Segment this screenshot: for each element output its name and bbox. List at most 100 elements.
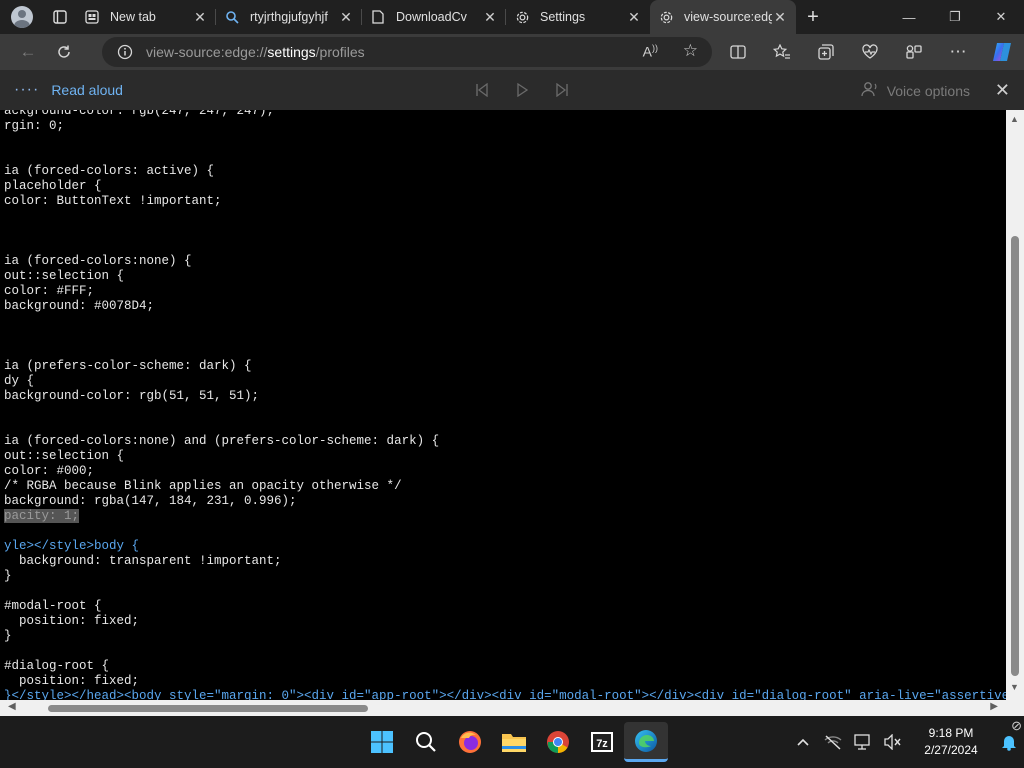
newtab-icon [84,9,100,25]
tab-strip: New tab ✕ rtyjrthgjufgyhjf ✕ DownloadCv … [0,0,1024,34]
window-controls: — ❐ ✕ [886,0,1024,34]
source-line [4,524,1006,539]
tab-title: Settings [540,10,586,24]
search-icon[interactable] [404,722,448,762]
notification-bell-icon[interactable] [994,733,1024,751]
read-aloud-icon[interactable]: A)) [643,43,658,60]
collections-icon[interactable] [804,34,848,70]
source-line: } [4,569,12,583]
source-line: background: rgba(147, 184, 231, 0.996); [4,494,297,508]
source-line: ia (forced-colors:none) and (prefers-col… [4,434,440,448]
chrome-icon[interactable] [536,722,580,762]
browser-essentials-icon[interactable] [848,34,892,70]
voice-options-button[interactable]: Voice options [861,81,970,100]
favorites-icon[interactable] [760,34,804,70]
source-line: out::selection { [4,269,125,283]
favorite-star-icon[interactable]: ☆ [683,41,698,61]
horizontal-scrollbar[interactable]: ◀ ▶ [0,700,1006,716]
close-icon[interactable]: ✕ [626,9,642,25]
avatar-icon [11,6,33,28]
close-read-aloud-icon[interactable]: ✕ [995,80,1010,101]
source-line: color: ButtonText !important; [4,194,222,208]
source-line: ia (forced-colors: active) { [4,164,215,178]
more-options-icon[interactable]: ⋯ [936,34,980,70]
horizontal-scroll-thumb[interactable] [48,705,368,712]
info-icon[interactable] [110,44,140,60]
close-icon[interactable]: ✕ [192,9,208,25]
source-line: /* RGBA because Blink applies an opacity… [4,479,402,493]
scroll-down-icon[interactable]: ▼ [1010,682,1019,692]
scroll-right-icon[interactable]: ▶ [990,701,998,712]
file-explorer-icon[interactable] [492,722,536,762]
source-line: color: #000; [4,464,95,478]
edge-icon[interactable] [624,722,668,762]
close-icon[interactable]: ✕ [772,9,788,25]
source-line: #dialog-root { [4,659,110,673]
tab-actions-button[interactable] [44,0,76,34]
profile-button[interactable] [0,0,44,34]
tab-view-source[interactable]: view-source:edge ✕ [650,0,796,34]
source-line: rgin: 0; [4,119,65,133]
firefox-icon[interactable] [448,722,492,762]
source-line: position: fixed; [4,674,140,688]
tab-settings[interactable]: Settings ✕ [506,0,650,34]
extensions-icon[interactable] [892,34,936,70]
tab-downloadcv[interactable]: DownloadCv ✕ [362,0,506,34]
vertical-scroll-thumb[interactable] [1011,236,1019,676]
read-aloud-dots-icon: ···· [14,81,40,98]
back-button[interactable]: ← [10,34,46,70]
chevron-up-icon[interactable] [788,737,818,747]
split-screen-icon[interactable] [716,34,760,70]
source-line: }</style></head><body style="margin: 0">… [4,689,1006,700]
previous-icon[interactable] [462,78,502,102]
restore-button[interactable]: ❐ [932,0,978,34]
source-view[interactable]: ackground-color: rgb(247, 247, 247); rgin… [0,110,1006,700]
source-line: yle></style>body { [4,539,140,553]
do-not-disturb-icon[interactable]: ⊘ [1011,718,1022,734]
source-line [4,344,1006,359]
7zip-icon[interactable]: 7z [580,722,624,762]
source-line: ackground-color: rgb(247, 247, 247); [4,110,275,118]
tab-search[interactable]: rtyjrthgjufgyhjf ✕ [216,0,362,34]
tab-new-tab[interactable]: New tab ✕ [76,0,216,34]
network-icon[interactable] [848,734,878,750]
refresh-button[interactable] [46,34,82,70]
no-wifi-icon[interactable] [818,734,848,750]
close-icon[interactable]: ✕ [338,9,354,25]
time-text: 9:18 PM [928,726,974,740]
volume-muted-icon[interactable] [878,734,908,750]
source-line: dy { [4,374,35,388]
new-tab-button[interactable]: + [796,0,830,34]
clock[interactable]: 9:18 PM 2/27/2024 [912,725,990,759]
close-window-button[interactable]: ✕ [978,0,1024,34]
svg-text:7z: 7z [596,738,608,750]
next-icon[interactable] [542,78,582,102]
date-text: 2/27/2024 [924,743,978,757]
tab-title: New tab [110,10,156,24]
source-line [4,329,1006,344]
scrollbar-corner [1006,700,1024,716]
source-line: ia (prefers-color-scheme: dark) { [4,359,252,373]
windows-start-icon[interactable] [360,722,404,762]
vertical-scrollbar[interactable]: ▲ ▼ [1006,110,1024,700]
close-icon[interactable]: ✕ [482,9,498,25]
source-line [4,224,1006,239]
taskbar: 7z 9:18 PM 2/27/2024 ⊘ [0,716,1024,768]
source-line [4,134,1006,149]
tab-title: view-source:edge [684,10,772,24]
gear-icon [658,9,674,25]
source-line [4,404,1006,419]
minimize-button[interactable]: — [886,0,932,34]
source-line [4,584,1006,599]
source-line-selected: pacity: 1; [4,509,80,523]
copilot-icon[interactable] [980,34,1024,70]
read-aloud-label: Read aloud [51,82,123,98]
scroll-left-icon[interactable]: ◀ [8,701,16,712]
source-line: background-color: rgb(51, 51, 51); [4,389,260,403]
scroll-up-icon[interactable]: ▲ [1010,114,1020,124]
taskbar-apps: 7z [360,722,668,762]
play-icon[interactable] [502,78,542,102]
address-bar[interactable]: view-source:edge://settings/profiles A))… [102,37,712,67]
source-line [4,209,1006,224]
url-text: view-source:edge://settings/profiles [146,44,365,60]
